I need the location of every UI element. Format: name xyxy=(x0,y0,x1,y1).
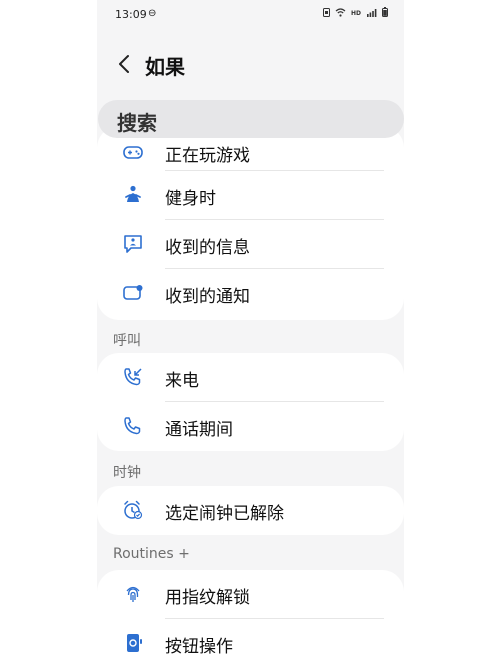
message-icon xyxy=(122,233,144,255)
sim-icon xyxy=(322,7,330,19)
list-item-button-action[interactable]: 按钮操作 xyxy=(97,619,404,655)
battery-icon xyxy=(382,7,388,19)
list-item-label: 来电 xyxy=(165,371,199,391)
section-header-clock: 时钟 xyxy=(113,465,141,481)
list-item-label: 收到的信息 xyxy=(165,238,250,258)
dnd-icon: ⊖ xyxy=(148,8,157,19)
wifi-icon xyxy=(335,7,346,19)
conditions-card: 正在玩游戏 健身时 收到的信息 收到的通知 xyxy=(97,126,404,320)
list-item-during-call[interactable]: 通话期间 xyxy=(97,402,404,451)
chevron-left-icon xyxy=(119,55,129,73)
status-icons: HD xyxy=(322,7,388,19)
back-button[interactable] xyxy=(113,51,135,77)
exercise-icon xyxy=(122,184,144,206)
list-item-messages[interactable]: 收到的信息 xyxy=(97,220,404,269)
header: 如果 xyxy=(97,45,404,85)
hd-label: HD xyxy=(350,9,361,17)
list-item-label: 按钮操作 xyxy=(165,637,233,655)
notification-icon xyxy=(122,282,144,304)
status-bar: 13:09 ⊖ HD xyxy=(97,0,404,28)
phone-screen: 13:09 ⊖ HD 如果 搜索 正在玩游戏 健身时 收到的信息 收到的通知 呼… xyxy=(97,0,404,655)
list-item-label: 选定闹钟已解除 xyxy=(165,504,284,524)
list-item-notifications[interactable]: 收到的通知 xyxy=(97,269,404,318)
search-label: 搜索 xyxy=(117,111,157,135)
routines-card: 用指纹解锁 按钮操作 xyxy=(97,570,404,655)
list-item-exercise[interactable]: 健身时 xyxy=(97,171,404,220)
phone-icon xyxy=(122,415,144,437)
list-item-label: 通话期间 xyxy=(165,420,233,440)
section-header-calls: 呼叫 xyxy=(113,333,141,349)
fingerprint-icon xyxy=(122,583,144,605)
signal-icon xyxy=(366,8,377,19)
calls-card: 来电 通话期间 xyxy=(97,353,404,451)
list-item-incoming-call[interactable]: 来电 xyxy=(97,353,404,402)
list-item-label: 健身时 xyxy=(165,189,216,209)
button-action-icon xyxy=(122,632,144,654)
list-item-label: 用指纹解锁 xyxy=(165,588,250,608)
search-bar[interactable]: 搜索 xyxy=(98,100,404,138)
page-title: 如果 xyxy=(145,55,185,79)
status-time: 13:09 xyxy=(115,8,147,21)
gamepad-icon xyxy=(122,141,144,163)
list-item-alarm-dismissed[interactable]: 选定闹钟已解除 xyxy=(97,486,404,535)
list-item-fingerprint-unlock[interactable]: 用指纹解锁 xyxy=(97,570,404,619)
clock-card: 选定闹钟已解除 xyxy=(97,486,404,535)
list-item-label: 正在玩游戏 xyxy=(165,146,250,166)
alarm-icon xyxy=(122,499,144,521)
section-header-routines: Routines + xyxy=(113,546,190,562)
incoming-call-icon xyxy=(122,366,144,388)
list-item-label: 收到的通知 xyxy=(165,287,250,307)
